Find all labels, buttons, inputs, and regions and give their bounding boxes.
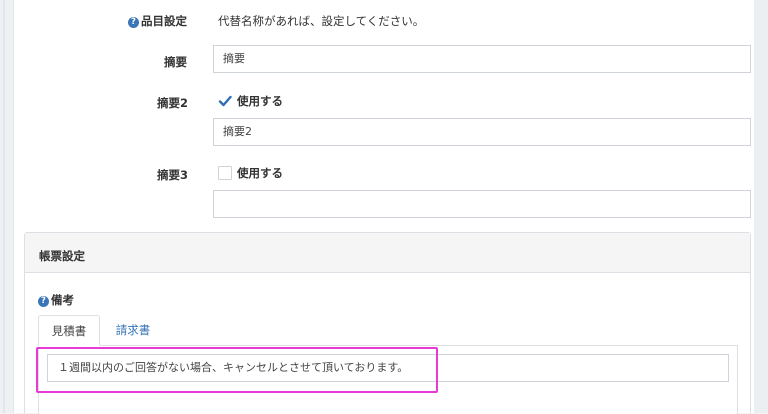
remarks-label-text: 備考 bbox=[51, 293, 74, 307]
item-setting-hint: 代替名称があれば、設定してください。 bbox=[218, 14, 425, 28]
summary2-use-checkbox[interactable] bbox=[218, 94, 232, 108]
item-setting-label-text: 品目設定 bbox=[141, 14, 187, 28]
right-scroll-edge bbox=[754, 0, 768, 413]
settings-page: ? 品目設定 代替名称があれば、設定してください。 摘要 摘要 摘要2 使用する … bbox=[0, 0, 768, 414]
ledger-settings-header: 帳票設定 bbox=[25, 233, 750, 273]
ledger-settings-title: 帳票設定 bbox=[39, 249, 85, 263]
summary3-use-checkbox[interactable] bbox=[218, 166, 232, 180]
question-circle-icon[interactable]: ? bbox=[38, 296, 49, 307]
remark-input[interactable]: １週間以内のご回答がない場合、キャンセルとさせて頂いております。 bbox=[47, 354, 729, 382]
estimate-tab-pane: １週間以内のご回答がない場合、キャンセルとさせて頂いております。 bbox=[38, 345, 738, 414]
summary3-use-checkbox-row[interactable]: 使用する bbox=[218, 165, 283, 181]
summary2-input[interactable]: 摘要2 bbox=[213, 118, 751, 146]
summary-label: 摘要 bbox=[164, 55, 187, 69]
summary3-use-checkbox-label: 使用する bbox=[237, 166, 283, 180]
summary2-use-checkbox-row[interactable]: 使用する bbox=[218, 93, 283, 109]
left-sidebar-edge bbox=[0, 0, 14, 413]
summary-input[interactable]: 摘要 bbox=[213, 45, 751, 73]
tab-estimate[interactable]: 見積書 bbox=[38, 315, 100, 346]
ledger-settings-section: 帳票設定 ? 備考 見積書 請求書 １週間以内のご回答がない場合、キャンセルとさせ… bbox=[24, 232, 751, 414]
summary3-input[interactable] bbox=[213, 190, 751, 218]
tab-invoice[interactable]: 請求書 bbox=[100, 315, 166, 346]
remarks-label: ? 備考 bbox=[38, 292, 74, 308]
summary3-label: 摘要3 bbox=[157, 168, 189, 182]
item-setting-label: ? 品目設定 bbox=[128, 13, 187, 29]
summary2-use-checkbox-label: 使用する bbox=[237, 94, 283, 108]
question-circle-icon[interactable]: ? bbox=[128, 17, 139, 28]
summary2-label: 摘要2 bbox=[157, 96, 189, 110]
document-tabs: 見積書 請求書 bbox=[38, 315, 738, 346]
check-icon bbox=[218, 95, 232, 107]
